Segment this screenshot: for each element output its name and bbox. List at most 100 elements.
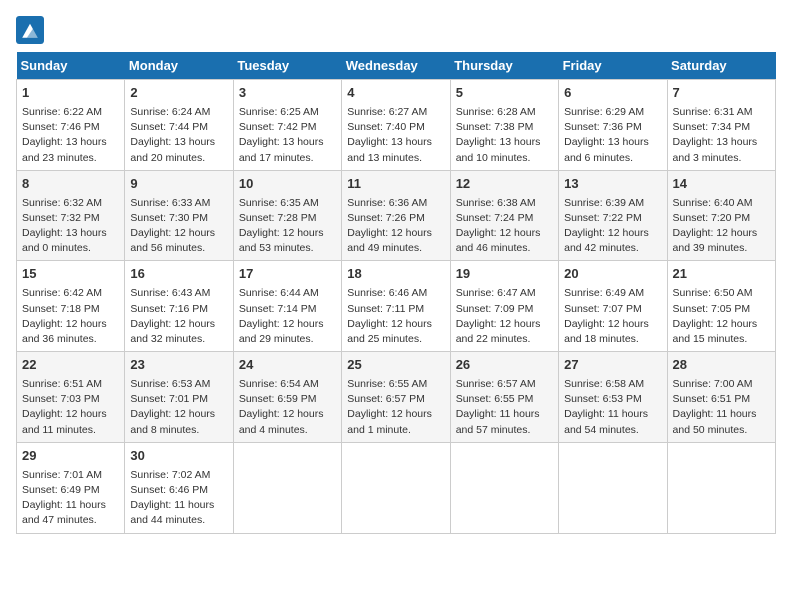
day-number: 28 <box>673 356 770 375</box>
cell-content: Sunrise: 6:46 AMSunset: 7:11 PMDaylight:… <box>347 286 444 347</box>
calendar-cell: 9Sunrise: 6:33 AMSunset: 7:30 PMDaylight… <box>125 170 233 261</box>
calendar-cell: 4Sunrise: 6:27 AMSunset: 7:40 PMDaylight… <box>342 80 450 171</box>
calendar-week-2: 8Sunrise: 6:32 AMSunset: 7:32 PMDaylight… <box>17 170 776 261</box>
cell-content: Sunrise: 6:29 AMSunset: 7:36 PMDaylight:… <box>564 105 661 166</box>
calendar-cell: 14 Sunrise: 6:40 AMSunset: 7:20 PMDayligh… <box>667 170 775 261</box>
calendar-week-1: 1 Sunrise: 6:22 AMSunset: 7:46 PMDaylight… <box>17 80 776 171</box>
weekday-header-friday: Friday <box>559 52 667 80</box>
cell-content: Sunrise: 6:55 AMSunset: 6:57 PMDaylight:… <box>347 377 444 438</box>
cell-content: Sunrise: 6:25 AMSunset: 7:42 PMDaylight:… <box>239 105 336 166</box>
calendar-week-4: 22 Sunrise: 6:51 AMSunset: 7:03 PMDayligh… <box>17 352 776 443</box>
cell-content: Sunrise: 6:22 AMSunset: 7:46 PMDaylight:… <box>22 105 119 166</box>
cell-content: Sunrise: 6:38 AMSunset: 7:24 PMDaylight:… <box>456 196 553 257</box>
day-number: 22 <box>22 356 119 375</box>
day-number: 26 <box>456 356 553 375</box>
weekday-header-wednesday: Wednesday <box>342 52 450 80</box>
logo-icon <box>16 16 44 44</box>
calendar-cell <box>342 442 450 533</box>
weekday-row: SundayMondayTuesdayWednesdayThursdayFrid… <box>17 52 776 80</box>
day-number: 6 <box>564 84 661 103</box>
day-number: 14 <box>673 175 770 194</box>
weekday-header-sunday: Sunday <box>17 52 125 80</box>
cell-content: Sunrise: 6:51 AMSunset: 7:03 PMDaylight:… <box>22 377 119 438</box>
calendar-cell: 10 Sunrise: 6:35 AMSunset: 7:28 PMDayligh… <box>233 170 341 261</box>
weekday-header-thursday: Thursday <box>450 52 558 80</box>
calendar-week-5: 29 Sunrise: 7:01 AMSunset: 6:49 PMDayligh… <box>17 442 776 533</box>
calendar-cell: 30Sunrise: 7:02 AMSunset: 6:46 PMDayligh… <box>125 442 233 533</box>
cell-content: Sunrise: 6:43 AMSunset: 7:16 PMDaylight:… <box>130 286 227 347</box>
calendar-cell: 8Sunrise: 6:32 AMSunset: 7:32 PMDaylight… <box>17 170 125 261</box>
day-number: 25 <box>347 356 444 375</box>
calendar-body: 1 Sunrise: 6:22 AMSunset: 7:46 PMDaylight… <box>17 80 776 534</box>
cell-content: Sunrise: 6:32 AMSunset: 7:32 PMDaylight:… <box>22 196 119 257</box>
day-number: 24 <box>239 356 336 375</box>
cell-content: Sunrise: 6:36 AMSunset: 7:26 PMDaylight:… <box>347 196 444 257</box>
cell-content: Sunrise: 6:31 AMSunset: 7:34 PMDaylight:… <box>673 105 770 166</box>
cell-content: Sunrise: 6:42 AMSunset: 7:18 PMDaylight:… <box>22 286 119 347</box>
day-number: 17 <box>239 265 336 284</box>
cell-content: Sunrise: 6:33 AMSunset: 7:30 PMDaylight:… <box>130 196 227 257</box>
cell-content: Sunrise: 7:01 AMSunset: 6:49 PMDaylight:… <box>22 468 119 529</box>
calendar-cell: 1 Sunrise: 6:22 AMSunset: 7:46 PMDaylight… <box>17 80 125 171</box>
cell-content: Sunrise: 6:47 AMSunset: 7:09 PMDaylight:… <box>456 286 553 347</box>
calendar-cell: 23 Sunrise: 6:53 AMSunset: 7:01 PMDayligh… <box>125 352 233 443</box>
cell-content: Sunrise: 6:58 AMSunset: 6:53 PMDaylight:… <box>564 377 661 438</box>
calendar-cell: 18 Sunrise: 6:46 AMSunset: 7:11 PMDayligh… <box>342 261 450 352</box>
calendar-cell <box>559 442 667 533</box>
calendar-cell: 28 Sunrise: 7:00 AMSunset: 6:51 PMDayligh… <box>667 352 775 443</box>
calendar-cell: 27 Sunrise: 6:58 AMSunset: 6:53 PMDayligh… <box>559 352 667 443</box>
day-number: 30 <box>130 447 227 466</box>
calendar-cell <box>233 442 341 533</box>
weekday-header-monday: Monday <box>125 52 233 80</box>
calendar-cell: 2Sunrise: 6:24 AMSunset: 7:44 PMDaylight… <box>125 80 233 171</box>
calendar-cell: 29 Sunrise: 7:01 AMSunset: 6:49 PMDayligh… <box>17 442 125 533</box>
day-number: 7 <box>673 84 770 103</box>
calendar-week-3: 15 Sunrise: 6:42 AMSunset: 7:18 PMDayligh… <box>17 261 776 352</box>
day-number: 12 <box>456 175 553 194</box>
calendar-cell: 25 Sunrise: 6:55 AMSunset: 6:57 PMDayligh… <box>342 352 450 443</box>
day-number: 2 <box>130 84 227 103</box>
cell-content: Sunrise: 6:28 AMSunset: 7:38 PMDaylight:… <box>456 105 553 166</box>
day-number: 15 <box>22 265 119 284</box>
day-number: 16 <box>130 265 227 284</box>
calendar-cell: 6 Sunrise: 6:29 AMSunset: 7:36 PMDaylight… <box>559 80 667 171</box>
page-header <box>16 16 776 44</box>
calendar-table: SundayMondayTuesdayWednesdayThursdayFrid… <box>16 52 776 534</box>
day-number: 20 <box>564 265 661 284</box>
calendar-cell: 12 Sunrise: 6:38 AMSunset: 7:24 PMDayligh… <box>450 170 558 261</box>
cell-content: Sunrise: 6:49 AMSunset: 7:07 PMDaylight:… <box>564 286 661 347</box>
calendar-cell: 22 Sunrise: 6:51 AMSunset: 7:03 PMDayligh… <box>17 352 125 443</box>
cell-content: Sunrise: 6:39 AMSunset: 7:22 PMDaylight:… <box>564 196 661 257</box>
cell-content: Sunrise: 6:53 AMSunset: 7:01 PMDaylight:… <box>130 377 227 438</box>
day-number: 13 <box>564 175 661 194</box>
calendar-cell: 21Sunrise: 6:50 AMSunset: 7:05 PMDayligh… <box>667 261 775 352</box>
cell-content: Sunrise: 6:50 AMSunset: 7:05 PMDaylight:… <box>673 286 770 347</box>
calendar-cell: 17 Sunrise: 6:44 AMSunset: 7:14 PMDayligh… <box>233 261 341 352</box>
calendar-cell: 19 Sunrise: 6:47 AMSunset: 7:09 PMDayligh… <box>450 261 558 352</box>
calendar-cell: 16 Sunrise: 6:43 AMSunset: 7:16 PMDayligh… <box>125 261 233 352</box>
calendar-cell: 7 Sunrise: 6:31 AMSunset: 7:34 PMDaylight… <box>667 80 775 171</box>
day-number: 23 <box>130 356 227 375</box>
cell-content: Sunrise: 6:57 AMSunset: 6:55 PMDaylight:… <box>456 377 553 438</box>
calendar-cell <box>667 442 775 533</box>
calendar-cell: 13 Sunrise: 6:39 AMSunset: 7:22 PMDayligh… <box>559 170 667 261</box>
weekday-header-saturday: Saturday <box>667 52 775 80</box>
cell-content: Sunrise: 6:35 AMSunset: 7:28 PMDaylight:… <box>239 196 336 257</box>
day-number: 19 <box>456 265 553 284</box>
cell-content: Sunrise: 7:00 AMSunset: 6:51 PMDaylight:… <box>673 377 770 438</box>
cell-content: Sunrise: 6:44 AMSunset: 7:14 PMDaylight:… <box>239 286 336 347</box>
logo <box>16 16 48 44</box>
calendar-cell: 20 Sunrise: 6:49 AMSunset: 7:07 PMDayligh… <box>559 261 667 352</box>
calendar-cell: 3Sunrise: 6:25 AMSunset: 7:42 PMDaylight… <box>233 80 341 171</box>
cell-content: Sunrise: 6:40 AMSunset: 7:20 PMDaylight:… <box>673 196 770 257</box>
calendar-cell: 26 Sunrise: 6:57 AMSunset: 6:55 PMDayligh… <box>450 352 558 443</box>
day-number: 10 <box>239 175 336 194</box>
day-number: 18 <box>347 265 444 284</box>
calendar-cell: 5Sunrise: 6:28 AMSunset: 7:38 PMDaylight… <box>450 80 558 171</box>
calendar-cell: 11 Sunrise: 6:36 AMSunset: 7:26 PMDayligh… <box>342 170 450 261</box>
calendar-cell <box>450 442 558 533</box>
day-number: 29 <box>22 447 119 466</box>
day-number: 11 <box>347 175 444 194</box>
day-number: 1 <box>22 84 119 103</box>
day-number: 27 <box>564 356 661 375</box>
